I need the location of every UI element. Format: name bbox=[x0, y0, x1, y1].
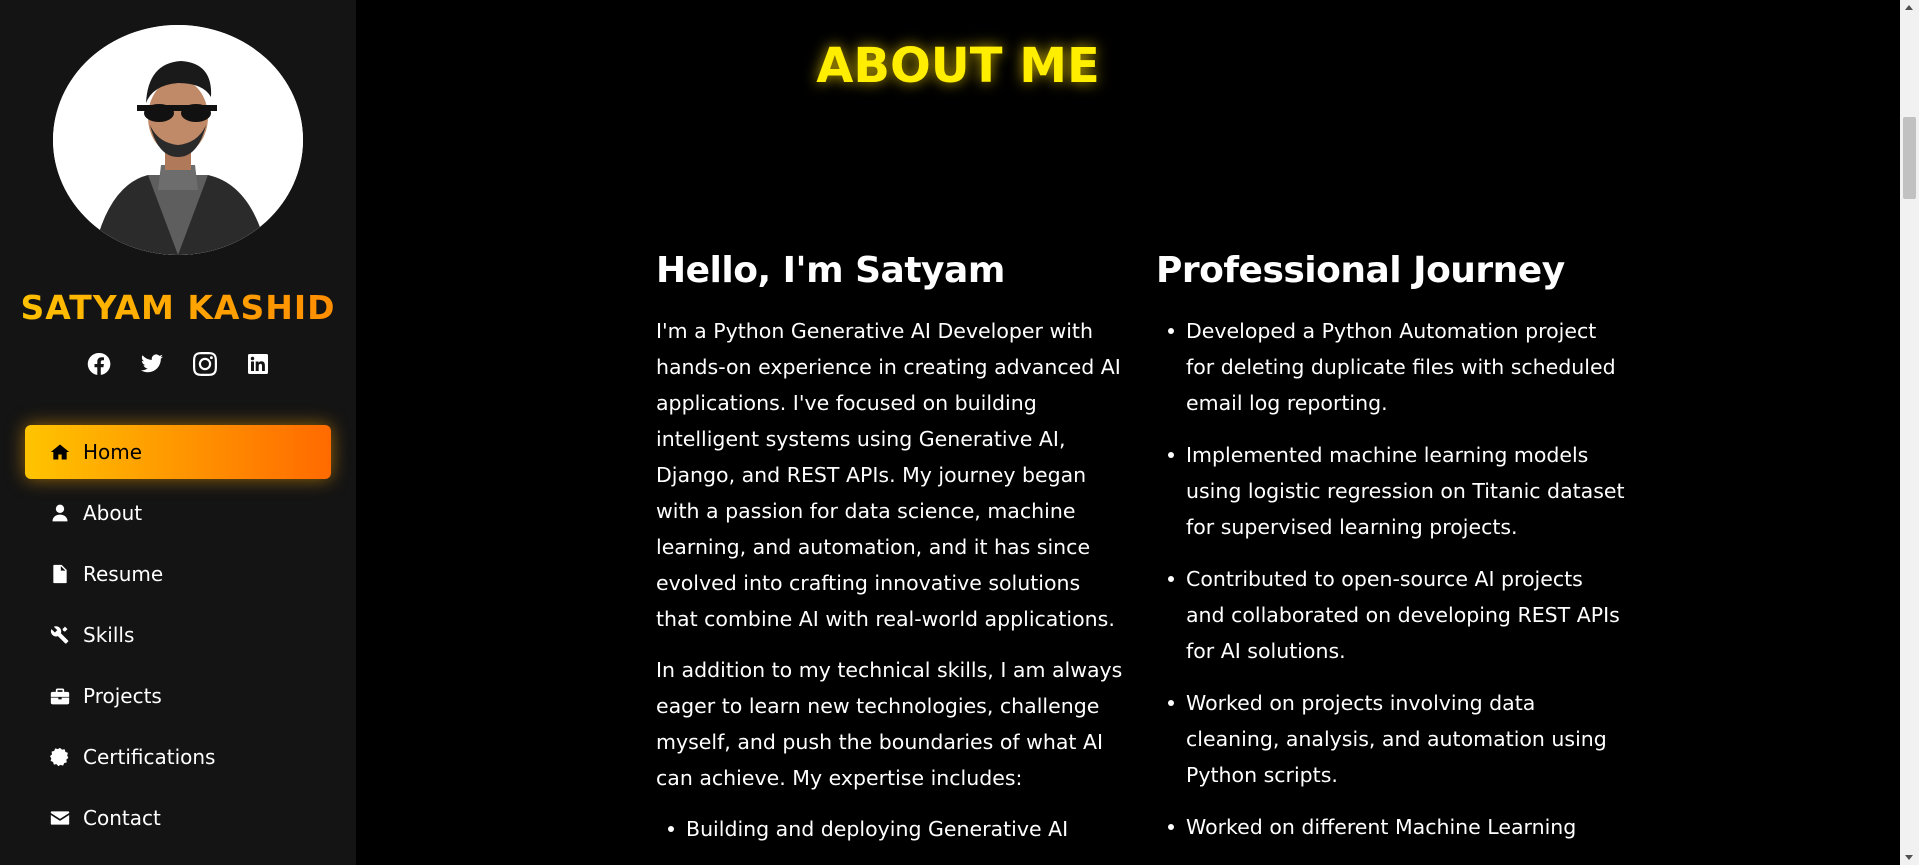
instagram-icon[interactable] bbox=[192, 352, 217, 376]
nav-label: Projects bbox=[83, 684, 162, 708]
sidebar: SATYAM KASHID Home About Resume Skills P… bbox=[0, 0, 356, 865]
page-title: ABOUT ME bbox=[356, 38, 1916, 94]
list-item: Building and deploying Generative AI bbox=[656, 811, 1126, 847]
profile-photo bbox=[53, 25, 303, 255]
scroll-up-arrow[interactable] bbox=[1905, 5, 1913, 10]
nav-item-projects[interactable]: Projects bbox=[25, 669, 331, 723]
twitter-icon[interactable] bbox=[140, 352, 164, 376]
nav-label: Home bbox=[83, 440, 143, 464]
main-content: ABOUT ME Hello, I'm Satyam I'm a Python … bbox=[356, 0, 1899, 865]
briefcase-icon bbox=[49, 685, 71, 707]
scroll-down-arrow[interactable] bbox=[1905, 855, 1913, 860]
journey-heading: Professional Journey bbox=[1156, 250, 1565, 291]
scrollbar-thumb[interactable] bbox=[1903, 117, 1916, 199]
tools-icon bbox=[49, 624, 71, 646]
intro-paragraph: In addition to my technical skills, I am… bbox=[656, 658, 1123, 790]
list-item: Contributed to open-source AI projects a… bbox=[1156, 561, 1626, 669]
file-icon bbox=[49, 563, 71, 585]
user-icon bbox=[49, 502, 71, 524]
home-icon bbox=[49, 441, 71, 463]
list-item: Worked on projects involving data cleani… bbox=[1156, 685, 1626, 793]
facebook-icon[interactable] bbox=[87, 352, 111, 376]
nav-item-home[interactable]: Home bbox=[25, 425, 331, 479]
page-title-text: ABOUT ME bbox=[816, 38, 1100, 94]
list-item: Developed a Python Automation project fo… bbox=[1156, 313, 1626, 421]
scrollbar[interactable] bbox=[1900, 0, 1919, 865]
social-links bbox=[0, 352, 356, 376]
journey-section: Professional Journey Developed a Python … bbox=[1156, 250, 1626, 861]
expertise-list: Building and deploying Generative AI bbox=[656, 811, 1126, 847]
nav-label: Certifications bbox=[83, 745, 216, 769]
intro-section: Hello, I'm Satyam I'm a Python Generativ… bbox=[656, 250, 1126, 863]
nav-label: About bbox=[83, 501, 143, 525]
nav-item-skills[interactable]: Skills bbox=[25, 608, 331, 662]
nav-item-contact[interactable]: Contact bbox=[25, 791, 331, 845]
list-item: Implemented machine learning models usin… bbox=[1156, 437, 1626, 545]
nav-label: Resume bbox=[83, 562, 164, 586]
list-item: Worked on different Machine Learning bbox=[1156, 809, 1626, 845]
brand-name: SATYAM KASHID bbox=[0, 288, 356, 327]
certificate-icon bbox=[49, 746, 71, 768]
nav-item-about[interactable]: About bbox=[25, 486, 331, 540]
linkedin-icon[interactable] bbox=[246, 352, 270, 376]
intro-heading: Hello, I'm Satyam bbox=[656, 250, 1005, 291]
envelope-icon bbox=[49, 807, 71, 829]
main-nav: Home About Resume Skills Projects Certif… bbox=[25, 425, 331, 852]
nav-item-certifications[interactable]: Certifications bbox=[25, 730, 331, 784]
nav-label: Skills bbox=[83, 623, 135, 647]
journey-list: Developed a Python Automation project fo… bbox=[1156, 313, 1626, 845]
nav-item-resume[interactable]: Resume bbox=[25, 547, 331, 601]
nav-label: Contact bbox=[83, 806, 161, 830]
avatar bbox=[53, 25, 303, 255]
intro-paragraph: I'm a Python Generative AI Developer wit… bbox=[656, 319, 1121, 631]
